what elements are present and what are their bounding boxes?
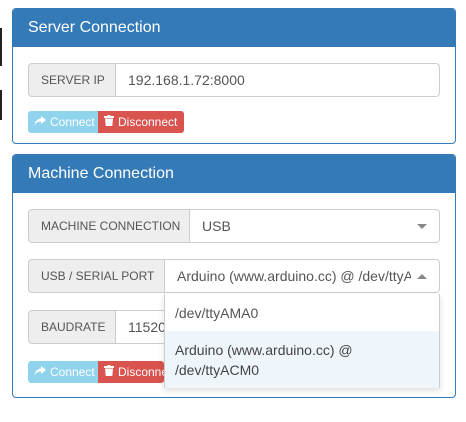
- server-ip-group: SERVER IP 192.168.1.72:8000: [28, 63, 440, 97]
- serial-port-value: Arduino (www.arduino.cc) @ /dev/ttyA...: [177, 268, 411, 284]
- disconnect-label: Disconne: [118, 365, 164, 379]
- baudrate-value: 11520: [128, 319, 166, 335]
- disconnect-label: Disconnect: [118, 115, 178, 129]
- baudrate-label: BAUDRATE: [28, 310, 116, 344]
- machine-connection-group: MACHINE CONNECTION USB: [28, 209, 440, 243]
- connect-button[interactable]: Connect: [28, 361, 98, 383]
- machine-connection-value: USB: [202, 218, 231, 234]
- share-arrow-icon: [34, 365, 46, 379]
- serial-port-group: USB / SERIAL PORT Arduino (www.arduino.c…: [28, 259, 440, 293]
- connect-label: Connect: [50, 365, 95, 379]
- serial-port-select[interactable]: Arduino (www.arduino.cc) @ /dev/ttyA...: [165, 259, 440, 293]
- dropdown-option[interactable]: /dev/ttyAMA0: [165, 294, 439, 331]
- dropdown-option-highlighted[interactable]: Arduino (www.arduino.cc) @ /dev/ttyACM0: [165, 331, 439, 388]
- server-ip-input[interactable]: 192.168.1.72:8000: [116, 63, 440, 97]
- machine-connection-label: MACHINE CONNECTION: [28, 209, 190, 243]
- serial-port-dropdown: /dev/ttyAMA0 Arduino (www.arduino.cc) @ …: [164, 294, 440, 388]
- connect-button[interactable]: Connect: [28, 111, 98, 133]
- serial-port-label: USB / SERIAL PORT: [28, 259, 165, 293]
- server-connection-panel: Server Connection SERVER IP 192.168.1.72…: [12, 8, 456, 144]
- edge-artifact: [0, 28, 2, 66]
- disconnect-button[interactable]: Disconnect: [98, 111, 184, 133]
- panel-title: Machine Connection: [13, 155, 455, 193]
- machine-button-group: Connect Disconne: [28, 361, 164, 383]
- chevron-down-icon: [417, 224, 427, 229]
- server-button-group: Connect Disconnect: [28, 111, 184, 133]
- chevron-up-icon: [417, 274, 427, 279]
- edge-artifact: [0, 90, 2, 120]
- connect-label: Connect: [50, 115, 95, 129]
- share-arrow-icon: [34, 115, 46, 129]
- disconnect-button[interactable]: Disconne: [98, 361, 164, 383]
- trash-icon: [104, 115, 114, 129]
- machine-connection-select[interactable]: USB: [190, 209, 440, 243]
- trash-icon: [104, 365, 114, 379]
- panel-title: Server Connection: [13, 9, 455, 47]
- server-ip-value: 192.168.1.72:8000: [128, 72, 245, 88]
- server-ip-label: SERVER IP: [28, 63, 116, 97]
